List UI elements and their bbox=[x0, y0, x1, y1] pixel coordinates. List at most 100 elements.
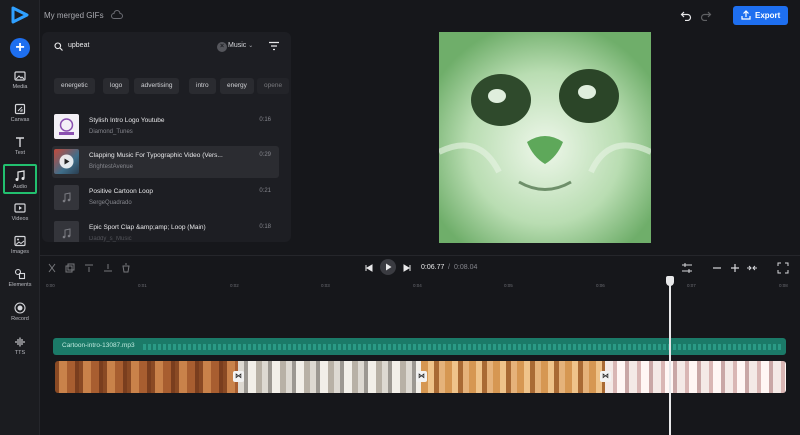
tag-chip[interactable]: logo bbox=[103, 78, 130, 94]
canvas-icon bbox=[14, 103, 26, 115]
tag-chip[interactable]: energetic bbox=[54, 78, 95, 94]
sidebar-item-videos[interactable]: Videos bbox=[3, 202, 37, 232]
audio-waveform bbox=[143, 344, 783, 350]
shapes-icon bbox=[14, 268, 26, 280]
track-title: Clapping Music For Typographic Video (Ve… bbox=[89, 152, 223, 159]
ruler-tick: 0:06 bbox=[596, 283, 605, 288]
fit-settings-icon[interactable] bbox=[681, 262, 693, 274]
search-bar[interactable]: upbeat × bbox=[54, 38, 227, 56]
track-item[interactable]: Stylish Intro Logo Youtube Diamond_Tunes… bbox=[52, 111, 279, 143]
ruler-tick: 0:02 bbox=[230, 283, 239, 288]
app-logo-icon[interactable] bbox=[10, 6, 30, 24]
playhead-handle[interactable] bbox=[666, 276, 674, 286]
category-value: Music bbox=[228, 42, 247, 49]
total-time: 0:08.04 bbox=[454, 264, 478, 271]
export-button[interactable]: Export bbox=[733, 6, 788, 25]
track-item[interactable]: Epic Sport Clap &amp;amp; Loop (Main) Da… bbox=[52, 218, 279, 242]
playhead-line[interactable] bbox=[669, 278, 671, 435]
sidebar-item-media[interactable]: Media bbox=[3, 70, 37, 100]
export-label: Export bbox=[755, 11, 781, 20]
skip-forward-icon[interactable] bbox=[403, 264, 411, 272]
track-artist: BrightestAvenue bbox=[89, 164, 133, 170]
ruler-tick: 0:00 bbox=[46, 283, 55, 288]
track-artist: Daddy_s_Music bbox=[89, 236, 132, 242]
sidebar-label: Text bbox=[14, 150, 26, 156]
category-dropdown[interactable]: Music ⌄ bbox=[228, 42, 253, 49]
filter-icon[interactable] bbox=[268, 41, 280, 51]
ruler-tick: 0:05 bbox=[504, 283, 513, 288]
play-circle-icon[interactable] bbox=[54, 149, 79, 174]
duplicate-icon[interactable] bbox=[65, 263, 75, 273]
transition-icon[interactable]: ⋈ bbox=[600, 371, 611, 382]
current-time: 0:06.77 bbox=[421, 264, 445, 271]
sidebar-label: Audio bbox=[12, 184, 28, 190]
tag-list: energetic logo advertising intro energy … bbox=[54, 78, 291, 94]
fit-timeline-icon[interactable] bbox=[746, 262, 758, 274]
tag-chip[interactable]: intro bbox=[189, 78, 216, 94]
video-icon bbox=[14, 203, 26, 213]
timeline-ruler[interactable]: 0:00 0:01 0:02 0:03 0:04 0:05 0:06 0:07 … bbox=[40, 280, 800, 294]
add-button[interactable]: + bbox=[10, 38, 30, 58]
sidebar-item-tts[interactable]: TTS bbox=[3, 336, 37, 366]
sidebar-label: TTS bbox=[14, 350, 26, 356]
track-item[interactable]: Positive Cartoon Loop SergeQuadrado 0:21 bbox=[52, 182, 279, 214]
timeline-toolbar: 0:06.77 / 0:08.04 bbox=[40, 255, 800, 279]
media-icon bbox=[14, 71, 26, 81]
audio-clip[interactable]: Cartoon-intro-13087.mp3 bbox=[53, 338, 786, 355]
track-duration: 0:21 bbox=[259, 188, 271, 194]
track-thumbnail bbox=[54, 114, 79, 139]
track-artist: Diamond_Tunes bbox=[89, 129, 133, 135]
video-clip[interactable] bbox=[605, 361, 786, 393]
sidebar-item-record[interactable]: Record bbox=[3, 302, 37, 332]
transition-icon[interactable]: ⋈ bbox=[233, 371, 244, 382]
align-top-icon[interactable] bbox=[84, 263, 94, 273]
search-input[interactable]: upbeat bbox=[68, 42, 89, 49]
align-bottom-icon[interactable] bbox=[103, 263, 113, 273]
play-icon bbox=[386, 263, 392, 271]
ruler-tick: 0:07 bbox=[687, 283, 696, 288]
clear-search-button[interactable]: × bbox=[217, 42, 227, 52]
audio-clip-label: Cartoon-intro-13087.mp3 bbox=[62, 342, 135, 349]
project-title[interactable]: My merged GIFs bbox=[44, 11, 104, 20]
tag-chip[interactable]: energy bbox=[220, 78, 254, 94]
audio-panel: upbeat × Music ⌄ energetic logo advertis… bbox=[42, 32, 291, 242]
ruler-tick: 0:01 bbox=[138, 283, 147, 288]
time-separator: / bbox=[448, 264, 450, 271]
chevron-down-icon: ⌄ bbox=[248, 43, 254, 49]
zoom-out-icon[interactable] bbox=[711, 262, 723, 274]
redo-icon[interactable] bbox=[700, 9, 712, 21]
sidebar-label: Media bbox=[12, 84, 28, 90]
undo-icon[interactable] bbox=[680, 9, 692, 21]
delete-icon[interactable] bbox=[121, 263, 131, 273]
sidebar-item-text[interactable]: Text bbox=[3, 136, 37, 166]
music-note-icon bbox=[62, 192, 71, 203]
play-button[interactable] bbox=[380, 259, 396, 275]
sidebar-item-elements[interactable]: Elements bbox=[3, 268, 37, 298]
upload-icon bbox=[741, 10, 751, 20]
ruler-tick: 0:08 bbox=[779, 283, 788, 288]
editor-app: + Media Canvas Text Audio Videos Images … bbox=[0, 0, 800, 435]
video-clip[interactable] bbox=[421, 361, 605, 393]
video-clip[interactable] bbox=[55, 361, 238, 393]
track-title: Epic Sport Clap &amp;amp; Loop (Main) bbox=[89, 224, 206, 231]
track-item[interactable]: Clapping Music For Typographic Video (Ve… bbox=[52, 146, 279, 178]
sidebar-item-images[interactable]: Images bbox=[3, 235, 37, 265]
split-icon[interactable] bbox=[47, 263, 57, 273]
transition-icon[interactable]: ⋈ bbox=[416, 371, 427, 382]
waveform-icon bbox=[15, 337, 25, 347]
track-duration: 0:29 bbox=[259, 152, 271, 158]
video-track: ⋈ ⋈ ⋈ bbox=[55, 361, 786, 393]
tag-chip[interactable]: advertising bbox=[134, 78, 180, 94]
zoom-in-icon[interactable] bbox=[729, 262, 741, 274]
skip-back-icon[interactable] bbox=[365, 264, 373, 272]
fullscreen-icon[interactable] bbox=[777, 262, 789, 274]
tag-chip[interactable]: opene bbox=[257, 78, 290, 94]
video-preview[interactable] bbox=[439, 32, 651, 243]
track-thumbnail bbox=[54, 221, 79, 242]
sidebar-label: Canvas bbox=[10, 117, 30, 123]
sidebar-item-audio[interactable]: Audio bbox=[3, 164, 37, 194]
search-icon bbox=[54, 42, 63, 51]
music-note-icon bbox=[15, 170, 25, 181]
sidebar-item-canvas[interactable]: Canvas bbox=[3, 103, 37, 133]
video-clip[interactable] bbox=[238, 361, 421, 393]
